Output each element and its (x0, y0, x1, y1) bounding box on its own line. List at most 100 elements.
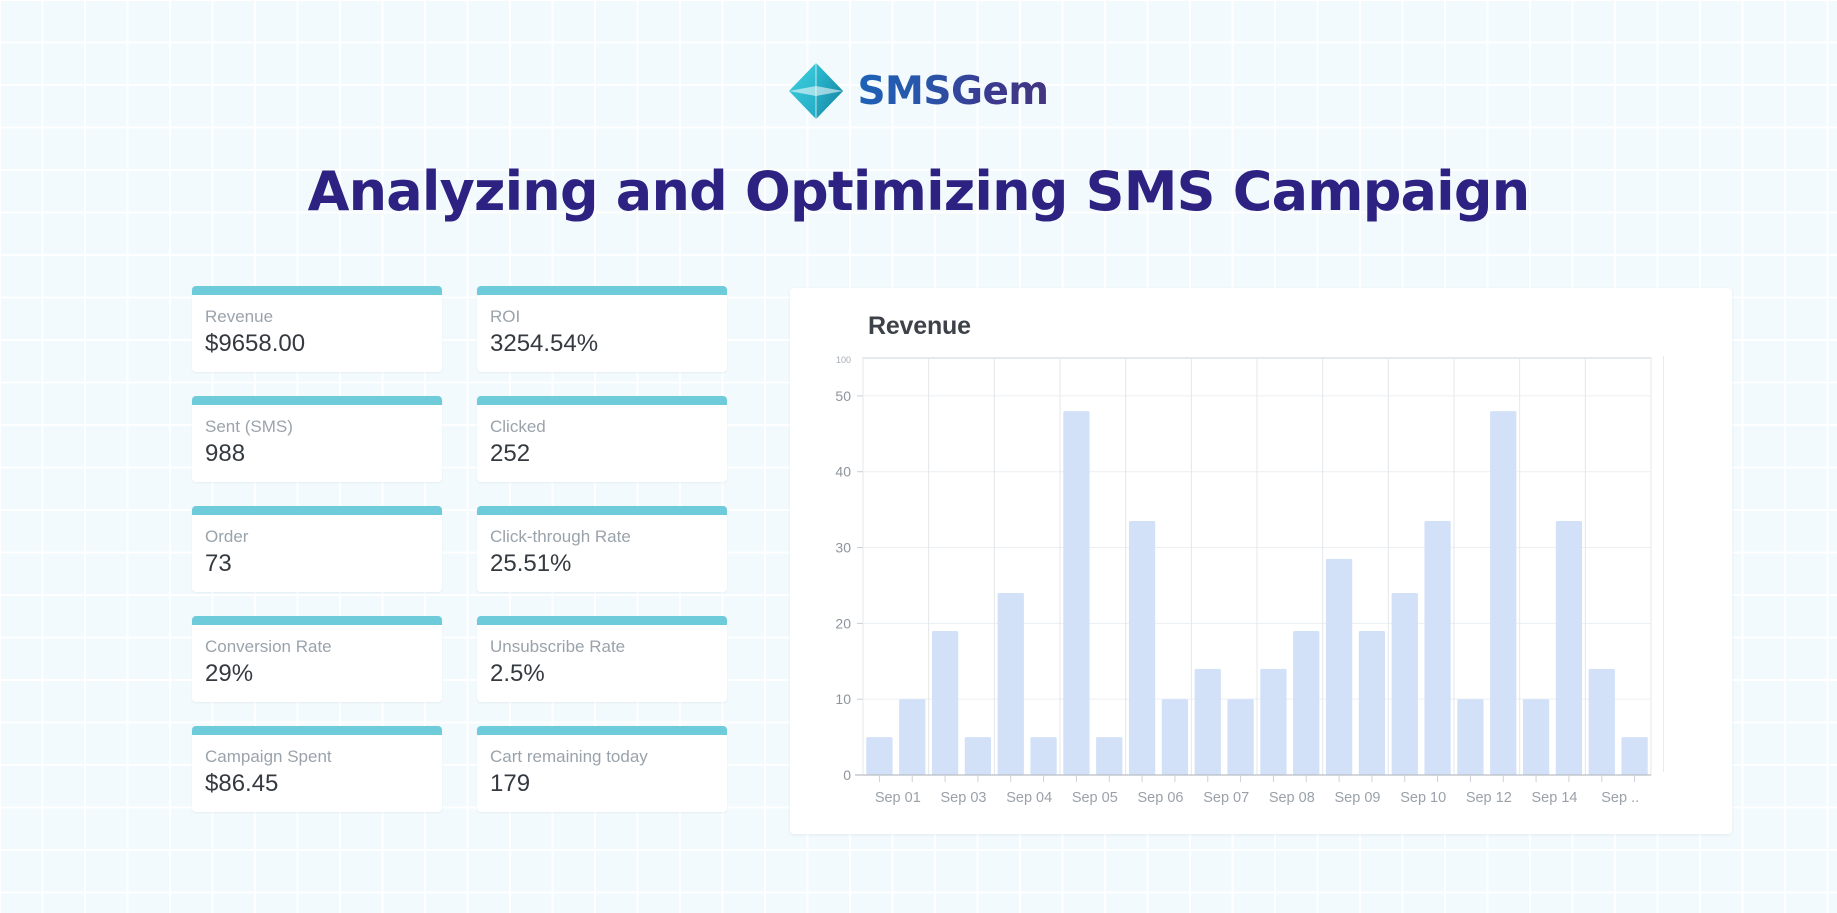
metric-card-value: 988 (205, 440, 246, 468)
metric-card[interactable]: Conversion Rate 29% (192, 616, 442, 702)
metric-card-body: Click-through Rate 25.51% (477, 515, 727, 581)
metric-card-value: 3254.54% (490, 330, 599, 358)
metric-card-value: 25.51% (490, 550, 572, 578)
revenue-chart-panel: Revenue 0 10 20 30 40 50 100 Sep 01 Sep 03 Sep 04… (790, 288, 1732, 834)
metric-card-value: 2.5% (490, 660, 545, 688)
metric-card-accent-bar (477, 506, 727, 515)
metric-card-accent-bar (477, 286, 727, 295)
brand-name: SMSGem (857, 68, 1049, 114)
chart-bar[interactable] (1424, 521, 1451, 775)
chart-bar[interactable] (1490, 411, 1517, 775)
y-tick-label: 30 (835, 540, 851, 556)
metric-card-label: Unsubscribe Rate (490, 637, 626, 656)
metric-card[interactable]: Cart remaining today 179 (477, 726, 727, 812)
x-tick-label: Sep 07 (1203, 790, 1249, 806)
gem-diamond-icon (789, 63, 844, 119)
chart-bar[interactable] (1096, 737, 1123, 775)
chart-bar[interactable] (1457, 699, 1484, 775)
x-tick-label: Sep 14 (1532, 790, 1578, 806)
metric-card[interactable]: Unsubscribe Rate 2.5% (477, 616, 727, 702)
metric-card-value: 73 (205, 550, 232, 578)
y-tick-label: 0 (843, 767, 851, 783)
chart-bar[interactable] (1555, 521, 1583, 775)
x-tick-label: Sep 09 (1335, 790, 1381, 806)
metric-card-label: Campaign Spent (205, 747, 332, 766)
chart-bar[interactable] (899, 699, 926, 775)
metric-card-accent-bar (192, 506, 442, 515)
chart-bar[interactable] (1391, 593, 1418, 775)
metric-card-accent-bar (192, 396, 442, 405)
chart-bar[interactable] (1358, 630, 1386, 775)
metric-card-accent-bar (192, 726, 442, 735)
x-tick-label: Sep 05 (1072, 790, 1118, 806)
metric-card-accent-bar (477, 726, 727, 735)
metric-card-body: ROI 3254.54% (477, 295, 727, 361)
metric-card-label: Click-through Rate (490, 527, 631, 546)
metric-card-body: Sent (SMS) 988 (192, 405, 442, 471)
metric-card-label: Cart remaining today (490, 747, 648, 766)
metric-card-body: Order 73 (192, 515, 442, 581)
metric-card-value: $9658.00 (205, 330, 306, 358)
chart-bar[interactable] (1522, 699, 1550, 775)
metric-card-label: Order (205, 527, 249, 546)
x-tick-label: Sep 06 (1138, 790, 1184, 806)
metric-card-body: Unsubscribe Rate 2.5% (477, 625, 727, 691)
chart-bar[interactable] (1227, 699, 1254, 775)
metric-card-value: 179 (490, 770, 531, 798)
metric-card-body: Campaign Spent $86.45 (192, 735, 442, 801)
y-tick-label: 50 (835, 388, 851, 404)
chart-bar[interactable] (1325, 558, 1353, 775)
chart-bar[interactable] (1194, 668, 1221, 775)
metrics-grid: Revenue $9658.00 ROI 3254.54% Sent (SMS) 988 C… (192, 286, 727, 812)
metric-card[interactable]: ROI 3254.54% (477, 286, 727, 372)
x-tick-label: Sep 10 (1400, 790, 1446, 806)
metric-card-accent-bar (477, 616, 727, 625)
metric-card-value: 29% (205, 660, 254, 688)
metric-card-value: 252 (490, 440, 531, 468)
metric-card[interactable]: Campaign Spent $86.45 (192, 726, 442, 812)
chart-bar[interactable] (931, 630, 959, 775)
metric-card-label: Revenue (205, 307, 274, 326)
metric-card-label: Conversion Rate (205, 637, 332, 656)
chart-scroll-divider (1663, 356, 1664, 772)
metric-card-label: ROI (490, 307, 521, 326)
chart-bar[interactable] (1161, 699, 1189, 775)
metric-card-body: Conversion Rate 29% (192, 625, 442, 691)
metric-card-body: Revenue $9658.00 (192, 295, 442, 361)
chart-bar[interactable] (1588, 668, 1615, 775)
chart-bar[interactable] (1621, 737, 1648, 775)
y-axis-top-annotation: 100 (836, 355, 851, 365)
page-title: Analyzing and Optimizing SMS Campaign (307, 160, 1531, 223)
y-tick-label: 20 (835, 615, 851, 631)
chart-bar[interactable] (1293, 630, 1320, 775)
metric-card-value: $86.45 (205, 770, 279, 798)
metric-card[interactable]: Revenue $9658.00 (192, 286, 442, 372)
chart-bar[interactable] (1128, 521, 1156, 775)
chart-bar[interactable] (964, 737, 992, 775)
x-tick-label: Sep 03 (941, 790, 987, 806)
chart-bar[interactable] (1260, 668, 1287, 775)
metric-card-label: Sent (SMS) (205, 417, 293, 436)
metric-card-body: Cart remaining today 179 (477, 735, 727, 801)
chart-bar[interactable] (1030, 737, 1057, 775)
metric-card-label: Clicked (490, 417, 546, 436)
metric-card-accent-bar (192, 616, 442, 625)
chart-bar[interactable] (997, 593, 1024, 775)
revenue-bar-chart-svg[interactable]: 0 10 20 30 40 50 100 Sep 01 Sep 03 Sep 04 Sep 05 Se… (790, 288, 1732, 834)
y-tick-label: 40 (835, 464, 851, 480)
metric-card-body: Clicked 252 (477, 405, 727, 471)
chart-bar[interactable] (1063, 411, 1090, 775)
x-tick-label: Sep 04 (1006, 790, 1052, 806)
x-tick-label: Sep 08 (1269, 790, 1315, 806)
chart-bar[interactable] (866, 737, 893, 775)
metric-card-accent-bar (477, 396, 727, 405)
metric-card[interactable]: Order 73 (192, 506, 442, 592)
brand-logo-row: SMSGem (0, 62, 1837, 120)
metric-card[interactable]: Clicked 252 (477, 396, 727, 482)
chart-plot-area[interactable]: 0 10 20 30 40 50 100 Sep 01 Sep 03 Sep 04 Sep 05 Se… (790, 288, 1732, 834)
metric-card[interactable]: Sent (SMS) 988 (192, 396, 442, 482)
metric-card-accent-bar (192, 286, 442, 295)
metric-card[interactable]: Click-through Rate 25.51% (477, 506, 727, 592)
x-tick-label: Sep 12 (1466, 790, 1512, 806)
x-tick-label: Sep 01 (875, 790, 921, 806)
